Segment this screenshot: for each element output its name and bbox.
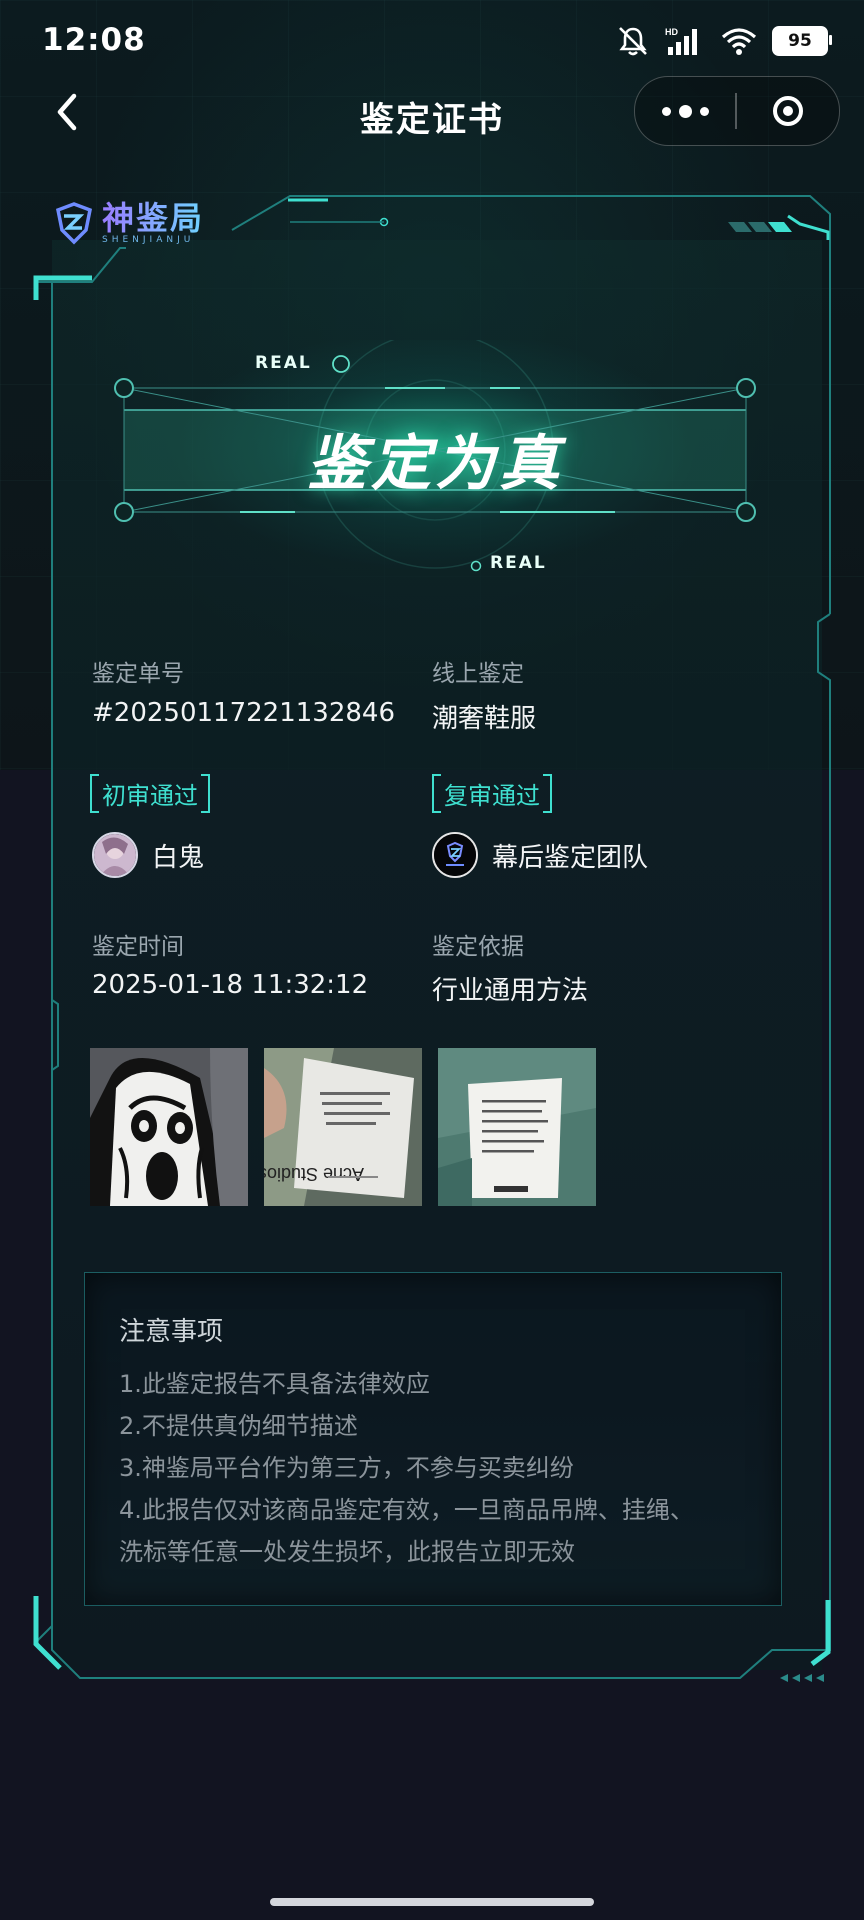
first-review-tag: 初审通过 <box>90 774 210 813</box>
second-review-tag: 复审通过 <box>432 774 552 813</box>
brand-logo: 神鉴局 SHENJIANJU <box>50 200 204 246</box>
more-button[interactable] <box>635 77 735 145</box>
time-value: 2025-01-18 11:32:12 <box>92 970 369 1000</box>
reviewer-name: 幕后鉴定团队 <box>492 842 649 873</box>
status-icons: HD 95 <box>616 24 832 58</box>
time-label: 鉴定时间 <box>92 934 184 960</box>
first-reviewer[interactable]: 白鬼 <box>92 832 204 878</box>
brand-name-en: SHENJIANJU <box>102 235 195 245</box>
notice-item: 2.不提供真伪细节描述 <box>119 1412 358 1440</box>
notice-list: 1.此鉴定报告不具备法律效应 2.不提供真伪细节描述 3.神鉴局平台作为第三方，… <box>119 1363 759 1573</box>
battery-indicator: 95 <box>772 26 832 56</box>
target-close-icon <box>772 96 803 126</box>
wifi-icon <box>721 28 757 55</box>
notice-title: 注意事项 <box>119 1317 224 1347</box>
mute-bell-icon <box>619 27 647 56</box>
second-reviewer[interactable]: 幕后鉴定团队 <box>432 832 648 878</box>
brand-name-cn: 神鉴局 <box>102 199 205 237</box>
care-label-image <box>438 1048 596 1206</box>
care-label-image: Acne Studios <box>264 1048 422 1206</box>
notice-box: 注意事项 1.此鉴定报告不具备法律效应 2.不提供真伪细节描述 3.神鉴局平台作… <box>84 1272 782 1606</box>
avatar <box>92 832 138 878</box>
basis-value: 行业通用方法 <box>432 976 589 1006</box>
home-indicator[interactable] <box>270 1898 594 1906</box>
photo-thumbnail[interactable] <box>438 1048 596 1206</box>
mini-program-capsule <box>634 76 840 146</box>
status-bar: 12:08 HD 95 <box>0 0 864 84</box>
shield-logo-icon <box>55 202 93 245</box>
photo-thumbnail[interactable] <box>90 1048 248 1206</box>
notice-item: 1.此鉴定报告不具备法律效应 <box>119 1370 430 1398</box>
photo-thumbnail[interactable]: Acne Studios <box>264 1048 422 1206</box>
avatar <box>432 832 478 878</box>
more-dot-icon <box>661 106 671 116</box>
svg-text:Acne Studios: Acne Studios <box>264 1164 364 1184</box>
avatar-image <box>94 834 136 876</box>
graphic-print-image <box>90 1048 248 1206</box>
status-time: 12:08 <box>42 22 146 58</box>
close-button[interactable] <box>737 77 840 145</box>
notice-item: 4.此报告仅对该商品鉴定有效，一旦商品吊牌、挂绳、 <box>119 1496 694 1524</box>
basis-label: 鉴定依据 <box>432 934 524 960</box>
real-tag-top: REAL <box>255 353 312 373</box>
order-number-label: 鉴定单号 <box>92 661 184 687</box>
mode-label: 线上鉴定 <box>432 661 524 687</box>
svg-text:HD: HD <box>665 27 678 37</box>
reviewer-name: 白鬼 <box>152 842 205 873</box>
signal-hd-icon: HD <box>665 27 697 55</box>
notice-item: 洗标等任意一处发生损坏，此报告立即无效 <box>119 1538 575 1566</box>
more-dot-icon <box>678 104 692 118</box>
result-banner: REAL 鉴定为真 REAL <box>110 340 760 580</box>
result-title: 鉴定为真 <box>307 429 563 499</box>
real-tag-bottom: REAL <box>490 553 547 573</box>
order-number-value: #20250117221132846 <box>92 698 395 728</box>
team-logo-icon <box>434 834 476 876</box>
category-value: 潮奢鞋服 <box>432 704 537 734</box>
more-dot-icon <box>699 106 709 116</box>
notice-item: 3.神鉴局平台作为第三方，不参与买卖纠纷 <box>119 1454 574 1482</box>
